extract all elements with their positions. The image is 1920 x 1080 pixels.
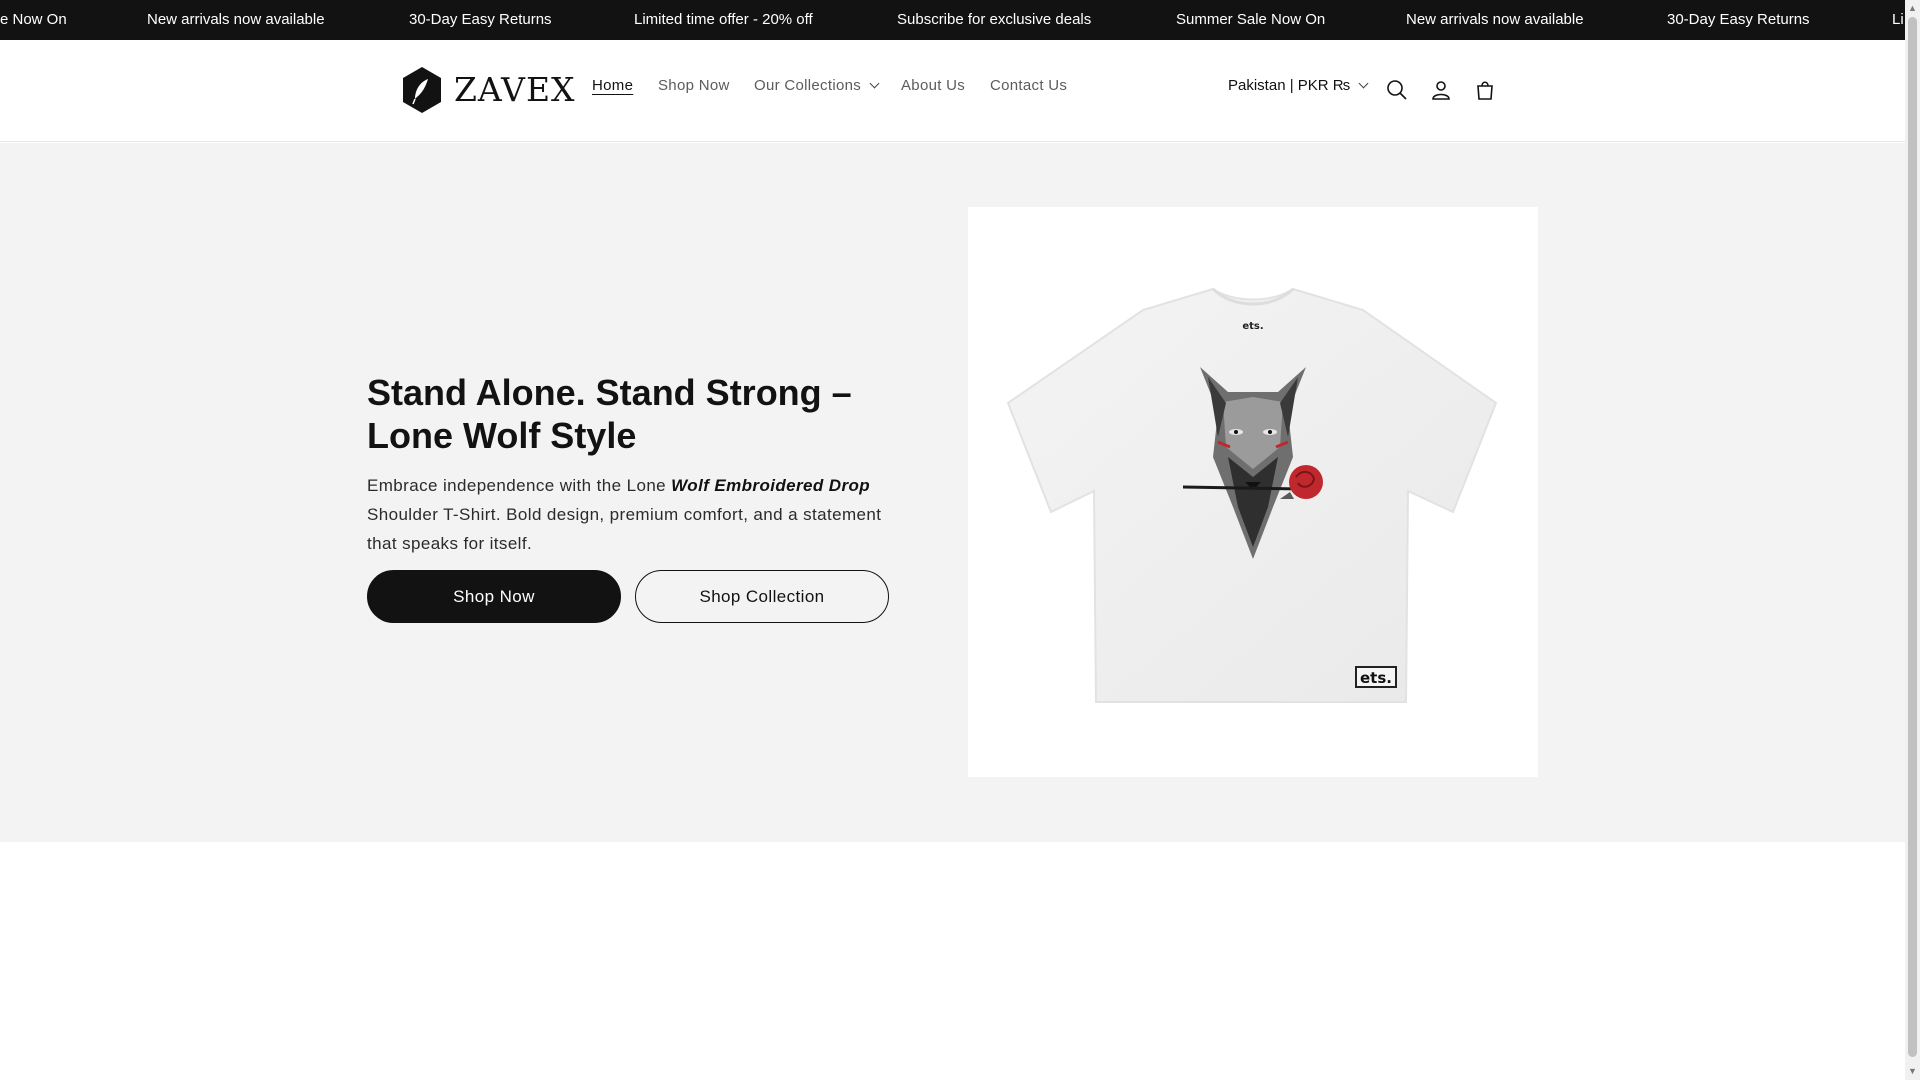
hero-text-emphasis: Wolf Embroidered Drop	[671, 476, 871, 495]
wolf-tshirt-illustration: ets. ets.	[1006, 287, 1498, 703]
announcement-item: Summer Sale Now On	[1176, 11, 1326, 28]
hero-banner: Stand Alone. Stand Strong – Lone Wolf St…	[0, 143, 1905, 842]
shop-collection-button[interactable]: Shop Collection	[635, 570, 889, 623]
announcement-item: New arrivals now available	[147, 11, 325, 28]
scrollbar-thumb[interactable]	[1908, 17, 1917, 1057]
announcement-item: New arrivals now available	[1406, 11, 1584, 28]
logo-hexagon-icon	[403, 67, 441, 113]
hero-text-end: Shoulder T-Shirt. Bold design, premium c…	[367, 505, 882, 553]
country-label: Pakistan | PKR ₨	[1228, 77, 1351, 94]
svg-text:ets.: ets.	[1242, 321, 1263, 332]
hero-text-start: Embrace independence with the Lone	[367, 476, 672, 495]
announcement-item: Subscribe for exclusive deals	[897, 11, 1092, 28]
scroll-up-icon[interactable]: ▲	[1907, 3, 1918, 14]
account-icon[interactable]	[1429, 78, 1453, 102]
cart-icon[interactable]	[1473, 78, 1497, 102]
image-brand-label: ets.	[1360, 669, 1392, 687]
search-icon[interactable]	[1385, 78, 1409, 102]
announcement-item: Limited time offer - 20% off	[634, 11, 813, 28]
nav-shop-now[interactable]: Shop Now	[658, 76, 730, 96]
chevron-down-icon	[869, 78, 880, 89]
logo[interactable]: ZAVEX	[401, 66, 576, 114]
hero-description: Embrace independence with the Lone Wolf …	[367, 471, 907, 558]
hero-title: Stand Alone. Stand Strong – Lone Wolf St…	[367, 372, 852, 456]
shop-now-button[interactable]: Shop Now	[367, 570, 621, 623]
announcement-item: Li	[1892, 11, 1904, 28]
nav-our-collections[interactable]: Our Collections	[754, 76, 880, 96]
logo-text: ZAVEX	[454, 70, 576, 109]
announcement-item: 30-Day Easy Returns	[409, 11, 552, 28]
nav-home[interactable]: Home	[592, 76, 633, 96]
announcement-bar: e Now On New arrivals now available 30-D…	[0, 0, 1905, 40]
site-header: ZAVEX Home Shop Now Our Collections Abou…	[0, 40, 1905, 142]
scroll-down-icon[interactable]: ▼	[1907, 1066, 1918, 1077]
announcement-item: e Now On	[0, 11, 67, 28]
announcement-item: 30-Day Easy Returns	[1667, 11, 1810, 28]
nav-contact-us[interactable]: Contact Us	[990, 76, 1067, 96]
nav-about-us[interactable]: About Us	[901, 76, 965, 96]
product-image[interactable]: ets. ets.	[968, 207, 1538, 777]
nav-our-collections-label: Our Collections	[754, 77, 862, 94]
chevron-down-icon	[1358, 78, 1369, 89]
country-selector[interactable]: Pakistan | PKR ₨	[1228, 76, 1369, 96]
